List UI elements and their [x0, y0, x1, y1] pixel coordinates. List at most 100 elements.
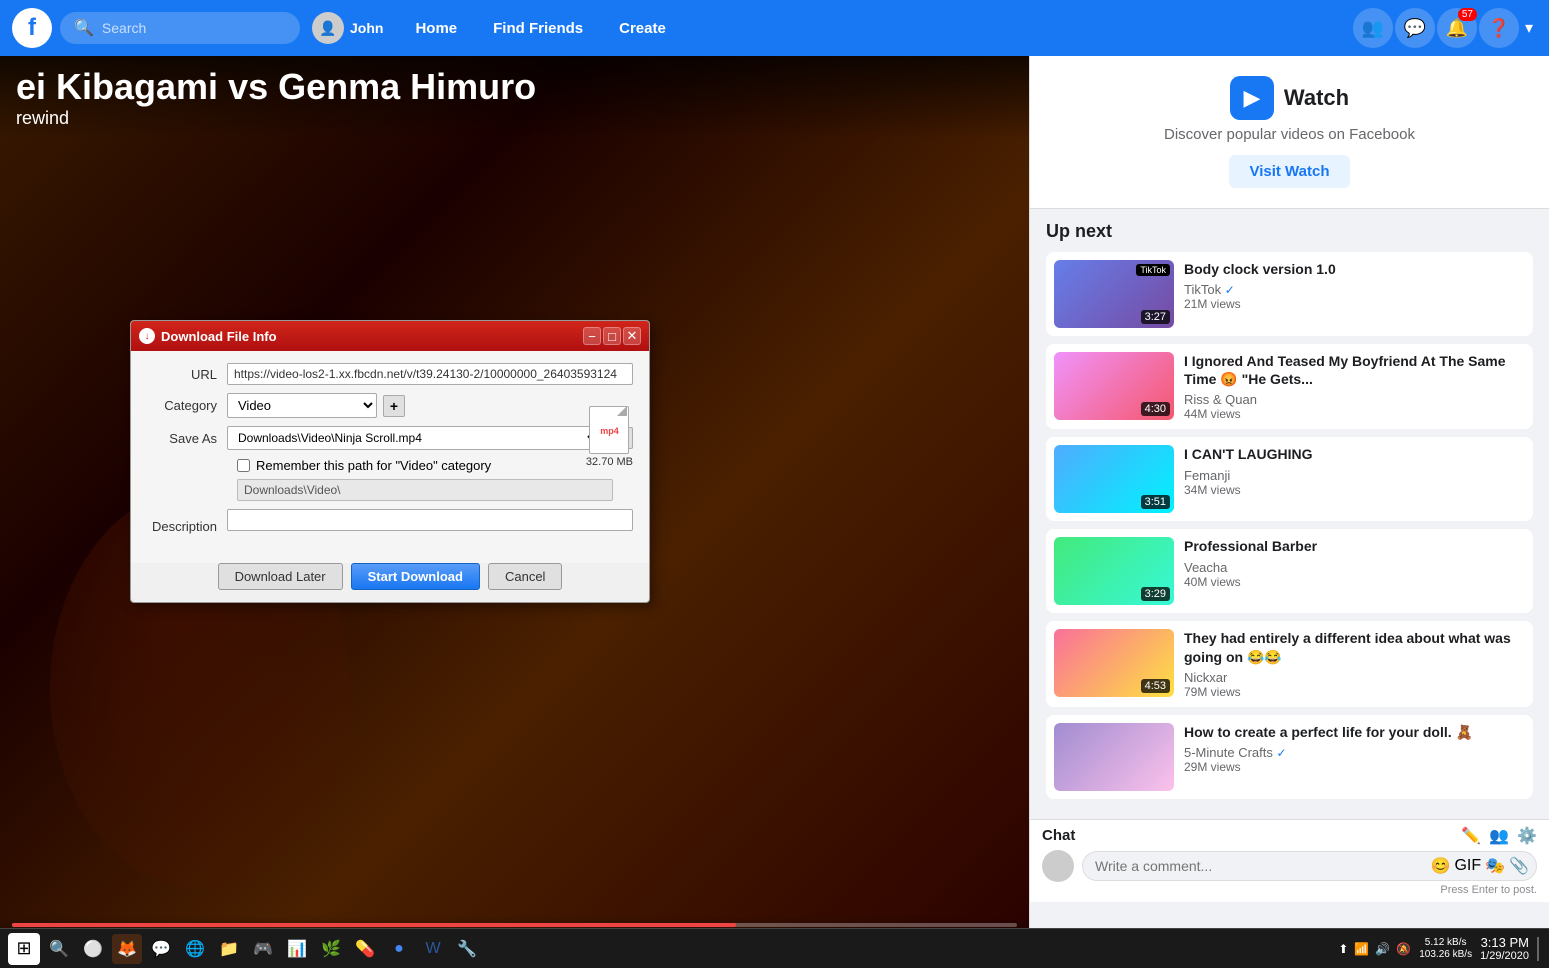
search-icon: 🔍 [74, 18, 94, 38]
dialog-footer: Download Later Start Download Cancel [131, 563, 649, 602]
taskbar-cortana-icon[interactable]: ⚪ [78, 934, 108, 964]
video-title-overlay: ei Kibagami vs Genma Himuro rewind [0, 56, 1029, 139]
dialog-minimize-btn[interactable]: − [583, 327, 601, 345]
avatar: 👤 [312, 12, 344, 44]
list-item[interactable]: 3:51 I CAN'T LAUGHING Femanji 34M views [1046, 437, 1533, 521]
dialog-app-icon: ↓ [139, 328, 155, 344]
visit-watch-button[interactable]: Visit Watch [1229, 155, 1349, 188]
list-item[interactable]: 3:29 Professional Barber Veacha 40M view… [1046, 529, 1533, 613]
taskbar-app2-icon[interactable]: 📊 [282, 934, 312, 964]
remember-checkbox[interactable] [237, 459, 250, 472]
category-select[interactable]: Video [227, 393, 377, 418]
list-item[interactable]: How to create a perfect life for your do… [1046, 715, 1533, 799]
watch-title: Watch [1284, 85, 1349, 111]
start-download-button[interactable]: Start Download [351, 563, 480, 590]
category-label: Category [147, 398, 227, 413]
tiktok-badge: TikTok [1136, 264, 1170, 276]
add-to-chat-icon[interactable]: 👥 [1489, 826, 1509, 846]
show-desktop-btn[interactable] [1537, 937, 1541, 961]
notifications-icon-btn[interactable]: 🔔 57 [1437, 8, 1477, 48]
list-item[interactable]: 4:53 They had entirely a different idea … [1046, 621, 1533, 706]
clock-time: 3:13 PM [1480, 935, 1529, 950]
sticker-icon[interactable]: 🎭 [1485, 856, 1505, 876]
taskbar-app3-icon[interactable]: 🌿 [316, 934, 346, 964]
list-item[interactable]: TikTok 3:27 Body clock version 1.0 TikTo… [1046, 252, 1533, 336]
clock-date: 1/29/2020 [1480, 950, 1529, 962]
search-bar[interactable]: 🔍 [60, 12, 300, 44]
user-profile[interactable]: 👤 John [312, 12, 383, 44]
taskbar-firefox-icon[interactable]: 🦊 [112, 934, 142, 964]
nav-find-friends[interactable]: Find Friends [477, 12, 599, 45]
video-thumbnail: 4:53 [1054, 629, 1174, 697]
remember-row: Remember this path for "Video" category [237, 458, 633, 473]
press-enter-hint: Press Enter to post. [1042, 884, 1537, 896]
video-thumbnail: 3:29 [1054, 537, 1174, 605]
add-category-btn[interactable]: + [383, 395, 405, 417]
taskbar-search-icon[interactable]: 🔍 [44, 934, 74, 964]
watch-description: Discover popular videos on Facebook [1164, 126, 1415, 143]
video-info: Body clock version 1.0 TikTok ✓ 21M view… [1184, 260, 1525, 328]
taskbar-app1-icon[interactable]: 🎮 [248, 934, 278, 964]
file-icon-area: mp4 32.70 MB [586, 406, 633, 468]
taskbar-skype-icon[interactable]: 💬 [146, 934, 176, 964]
path-display: Downloads\Video\ [237, 479, 613, 501]
chat-input-row: 😊 GIF 🎭 📎 [1042, 850, 1537, 882]
taskbar-firefox2-icon[interactable]: 🌐 [180, 934, 210, 964]
net-speed-display: 5.12 kB/s 103.26 kB/s [1419, 937, 1472, 961]
help-icon-btn[interactable]: ❓ [1479, 8, 1519, 48]
up-next-section: Up next TikTok 3:27 Body clock version 1… [1030, 209, 1549, 819]
video-info: How to create a perfect life for your do… [1184, 723, 1525, 791]
video-thumbnail: 3:51 [1054, 445, 1174, 513]
up-next-title: Up next [1046, 221, 1533, 242]
progress-bar[interactable] [12, 923, 1017, 927]
network-icon: 📶 [1354, 942, 1369, 956]
taskbar-app5-icon[interactable]: 🔧 [452, 934, 482, 964]
volume-icon: 🔊 [1375, 942, 1390, 956]
dialog-restore-btn[interactable]: □ [603, 327, 621, 345]
video-views: 44M views [1184, 407, 1525, 421]
gif-icon[interactable]: GIF [1454, 857, 1481, 875]
taskbar-app4-icon[interactable]: 💊 [350, 934, 380, 964]
nav-home[interactable]: Home [399, 12, 473, 45]
list-item[interactable]: 4:30 I Ignored And Teased My Boyfriend A… [1046, 344, 1533, 429]
people-icon-btn[interactable]: 👥 [1353, 8, 1393, 48]
save-as-label: Save As [147, 431, 227, 446]
video-views: 29M views [1184, 760, 1525, 774]
mute-icon: 🔕 [1396, 942, 1411, 956]
video-views: 79M views [1184, 685, 1525, 699]
video-duration: 4:30 [1141, 402, 1170, 416]
cancel-button[interactable]: Cancel [488, 563, 562, 590]
nav-create[interactable]: Create [603, 12, 682, 45]
chat-section: Chat ✏️ 👥 ⚙️ 😊 GIF 🎭 📎 [1030, 819, 1549, 902]
start-button[interactable]: ⊞ [8, 933, 40, 965]
url-input[interactable]: https://video-los2-1.xx.fbcdn.net/v/t39.… [227, 363, 633, 385]
verified-icon: ✓ [1225, 283, 1235, 297]
video-info: I CAN'T LAUGHING Femanji 34M views [1184, 445, 1525, 513]
search-input[interactable] [102, 20, 286, 36]
taskbar-chrome-icon[interactable]: ● [384, 934, 414, 964]
video-card-title: Body clock version 1.0 [1184, 260, 1525, 278]
attachment-icon[interactable]: 📎 [1509, 856, 1529, 876]
video-card-title: I Ignored And Teased My Boyfriend At The… [1184, 352, 1525, 388]
description-input[interactable] [227, 509, 633, 531]
chat-settings-icon[interactable]: ⚙️ [1517, 826, 1537, 846]
save-as-select[interactable]: Downloads\Video\Ninja Scroll.mp4 [227, 426, 601, 450]
clock: 3:13 PM 1/29/2020 [1480, 935, 1529, 962]
download-speed: 103.26 kB/s [1419, 949, 1472, 961]
emoji-icon[interactable]: 😊 [1431, 856, 1451, 876]
save-as-row: Save As Downloads\Video\Ninja Scroll.mp4… [147, 426, 633, 450]
chat-input-wrap: 😊 GIF 🎭 📎 [1082, 851, 1537, 881]
dialog-titlebar: ↓ Download File Info − □ ✕ [131, 321, 649, 351]
video-channel: TikTok ✓ [1184, 282, 1525, 297]
category-select-row: Video + [227, 393, 405, 418]
dialog-close-btn[interactable]: ✕ [623, 327, 641, 345]
taskbar-explorer-icon[interactable]: 📁 [214, 934, 244, 964]
messenger-icon-btn[interactable]: 💬 [1395, 8, 1435, 48]
nav-links: Home Find Friends Create [399, 12, 681, 45]
download-later-button[interactable]: Download Later [218, 563, 343, 590]
video-channel: Veacha [1184, 560, 1525, 575]
dropdown-icon[interactable]: ▾ [1521, 14, 1537, 42]
taskbar-word-icon[interactable]: W [418, 934, 448, 964]
edit-chat-icon[interactable]: ✏️ [1461, 826, 1481, 846]
file-type-label: mp4 [600, 426, 619, 436]
